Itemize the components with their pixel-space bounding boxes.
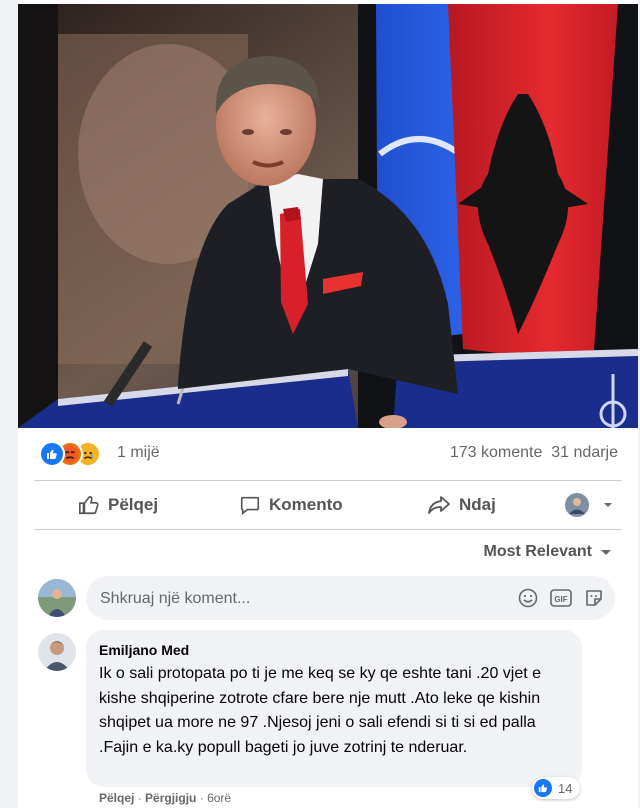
chevron-down-icon <box>604 503 612 507</box>
divider <box>34 480 622 481</box>
comment-text: Ik o sali protopata po ti je me keq se k… <box>99 665 542 756</box>
comments-count[interactable]: 173 komente <box>450 444 543 461</box>
post-photo[interactable] <box>18 4 638 428</box>
comment-input-placeholder: Shkruaj një koment... <box>100 590 251 607</box>
share-button[interactable]: Ndaj <box>427 482 496 528</box>
comment-icon <box>240 496 260 515</box>
like-icon <box>534 779 552 797</box>
shares-count[interactable]: 31 ndarje <box>551 444 618 461</box>
share-icon <box>428 496 450 514</box>
comment-timestamp[interactable]: 6orë <box>207 791 231 805</box>
divider <box>34 529 622 530</box>
comment-input[interactable]: Shkruaj një koment... GIF <box>86 576 615 620</box>
comment-button-label: Komento <box>269 495 343 514</box>
gif-icon[interactable]: GIF <box>549 587 573 609</box>
comment-sort-dropdown[interactable]: Most Relevant <box>484 543 612 561</box>
post-actions: Pëlqej Komento Ndaj <box>34 482 622 528</box>
sticker-icon[interactable] <box>583 587 605 609</box>
post-card: 1 mijë 173 komente 31 ndarje Pëlqej Kome… <box>18 0 638 808</box>
like-icon <box>39 441 65 467</box>
comment-reaction-badge[interactable]: 14 <box>532 777 581 799</box>
composer-avatar[interactable] <box>38 579 76 617</box>
thumbs-up-icon <box>79 495 99 515</box>
comment-like-link[interactable]: Pëlqej <box>99 791 134 805</box>
comment-actions: Pëlqej · Përgjigju · 6orë <box>99 791 231 805</box>
reactions-row: 1 mijë 173 komente 31 ndarje <box>18 432 638 474</box>
comment-author-avatar[interactable] <box>38 633 76 671</box>
photo-illustration <box>18 4 638 428</box>
comment-bubble: Emiljano Med Ik o sali protopata po ti j… <box>86 630 582 787</box>
post-stats: 173 komente 31 ndarje <box>450 444 618 462</box>
svg-text:GIF: GIF <box>554 595 567 604</box>
separator: · <box>137 791 146 805</box>
share-button-label: Ndaj <box>459 495 496 514</box>
comment-like-count: 14 <box>558 780 573 796</box>
caret-down-icon <box>601 550 611 555</box>
like-button-label: Pëlqej <box>108 495 159 514</box>
emoji-icon[interactable] <box>517 587 539 609</box>
like-button[interactable]: Pëlqej <box>78 482 158 528</box>
reaction-count[interactable]: 1 mijë <box>117 444 160 462</box>
post-as-selector[interactable] <box>564 482 622 528</box>
comment-button[interactable]: Komento <box>239 482 343 528</box>
comment-reply-link[interactable]: Përgjigju <box>145 791 196 805</box>
separator: · <box>199 791 208 805</box>
composer-tools: GIF <box>517 587 605 609</box>
comment-author-name[interactable]: Emiljano Med <box>99 642 189 658</box>
profile-avatar-icon <box>565 493 589 517</box>
sort-label: Most Relevant <box>483 543 592 560</box>
